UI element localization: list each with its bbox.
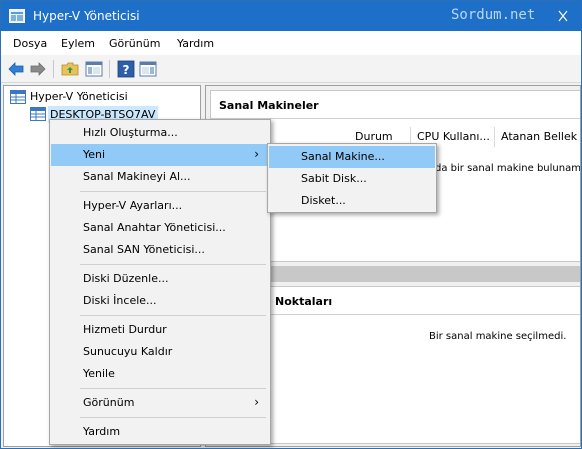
menu-item-label: Yardım [83,425,121,438]
menu-item-virtual-san-manager[interactable]: Sanal SAN Yöneticisi... [51,239,269,261]
menu-item-label: Sunucuyu Kaldır [83,345,173,358]
menu-item-label: Diski İncele... [83,294,157,307]
menu-item-virtual-switch-manager[interactable]: Sanal Anahtar Yöneticisi... [51,217,269,239]
hyperv-app-icon [9,9,25,23]
up-folder-icon[interactable] [61,60,79,78]
menu-item-label: Hizmeti Durdur [83,323,167,336]
menu-separator [80,315,266,316]
menu-item-label: Sanal Makineyi Al... [83,170,191,183]
tree-root-label[interactable]: Hyper-V Yöneticisi [30,90,128,103]
checkpoints-empty-message: Bir sanal makine seçilmedi. [429,331,567,342]
submenu-item-label: Sabit Disk... [301,172,367,185]
window-title: Hyper-V Yöneticisi [33,9,140,23]
forward-arrow-icon[interactable] [29,60,47,78]
checkpoints-panel-title: Noktaları [275,295,333,308]
menu-eylem[interactable]: Eylem [61,37,95,50]
menu-gorunum[interactable]: Görünüm [109,37,160,50]
menu-item-label: Yeni [83,148,106,161]
menu-bar: Dosya Eylem Görünüm Yardım [1,31,581,55]
menu-item-hyperv-settings[interactable]: Hyper-V Ayarları... [51,195,269,217]
menu-item-label: Hyper-V Ayarları... [83,199,183,212]
context-menu: Hızlı Oluşturma... Yeni › Sanal Makineyi… [49,119,271,445]
submenu-item-label: Sanal Makine... [301,150,385,163]
submenu-item-hard-disk[interactable]: Sabit Disk... [269,168,435,190]
menu-item-refresh[interactable]: Yenile [51,363,269,385]
chevron-right-icon: › [254,147,259,161]
toolbar-separator [109,60,110,78]
title-bar[interactable]: Hyper-V Yöneticisi Sordum.net [1,1,581,31]
menu-item-stop-service[interactable]: Hizmeti Durdur [51,319,269,341]
watermark-logo: Sordum.net [451,7,536,23]
vm-panel-header: Sanal Makineler [211,91,580,119]
menu-separator [80,191,266,192]
vm-empty-message: da bir sanal makine bulunama [435,163,581,174]
menu-separator [80,264,266,265]
toolbar-separator [53,60,54,78]
menu-dosya[interactable]: Dosya [13,37,47,50]
menu-separator [80,388,266,389]
submenu-item-label: Disket... [301,194,346,207]
toolbar: ? [1,55,581,83]
menu-item-label: Hızlı Oluşturma... [83,126,178,139]
show-hide-tree-icon[interactable] [85,60,103,78]
submenu-item-virtual-machine[interactable]: Sanal Makine... [269,146,435,168]
menu-separator [80,417,266,418]
submenu-item-floppy-disk[interactable]: Disket... [269,190,435,212]
menu-item-view[interactable]: Görünüm › [51,392,269,414]
server-icon [30,107,46,121]
action-pane-icon[interactable] [139,60,157,78]
menu-item-new[interactable]: Yeni › [51,144,269,166]
menu-item-quick-create[interactable]: Hızlı Oluşturma... [51,122,269,144]
menu-item-remove-server[interactable]: Sunucuyu Kaldır [51,341,269,363]
menu-item-import-vm[interactable]: Sanal Makineyi Al... [51,166,269,188]
menu-item-edit-disk[interactable]: Diski Düzenle... [51,268,269,290]
menu-item-label: Diski Düzenle... [83,272,169,285]
menu-item-label: Görünüm [83,396,135,409]
hyperv-manager-icon [10,90,26,104]
menu-item-label: Yenile [83,367,115,380]
chevron-right-icon: › [254,395,259,409]
menu-item-label: Sanal Anahtar Yöneticisi... [83,221,226,234]
svg-text:?: ? [123,63,130,77]
menu-item-label: Sanal SAN Yöneticisi... [83,243,205,256]
menu-yardim[interactable]: Yardım [177,37,214,50]
menu-item-inspect-disk[interactable]: Diski İncele... [51,290,269,312]
new-submenu: Sanal Makine... Sabit Disk... Disket... [267,143,437,213]
close-icon[interactable] [553,10,573,22]
menu-item-help[interactable]: Yardım [51,421,269,443]
back-arrow-icon[interactable] [7,60,25,78]
vm-panel-title: Sanal Makineler [219,99,319,112]
hyperv-window: Hyper-V Yöneticisi Sordum.net Dosya Eyle… [0,0,582,449]
column-header-memory[interactable]: Atanan Bellek [495,127,580,147]
help-icon[interactable]: ? [117,60,135,78]
